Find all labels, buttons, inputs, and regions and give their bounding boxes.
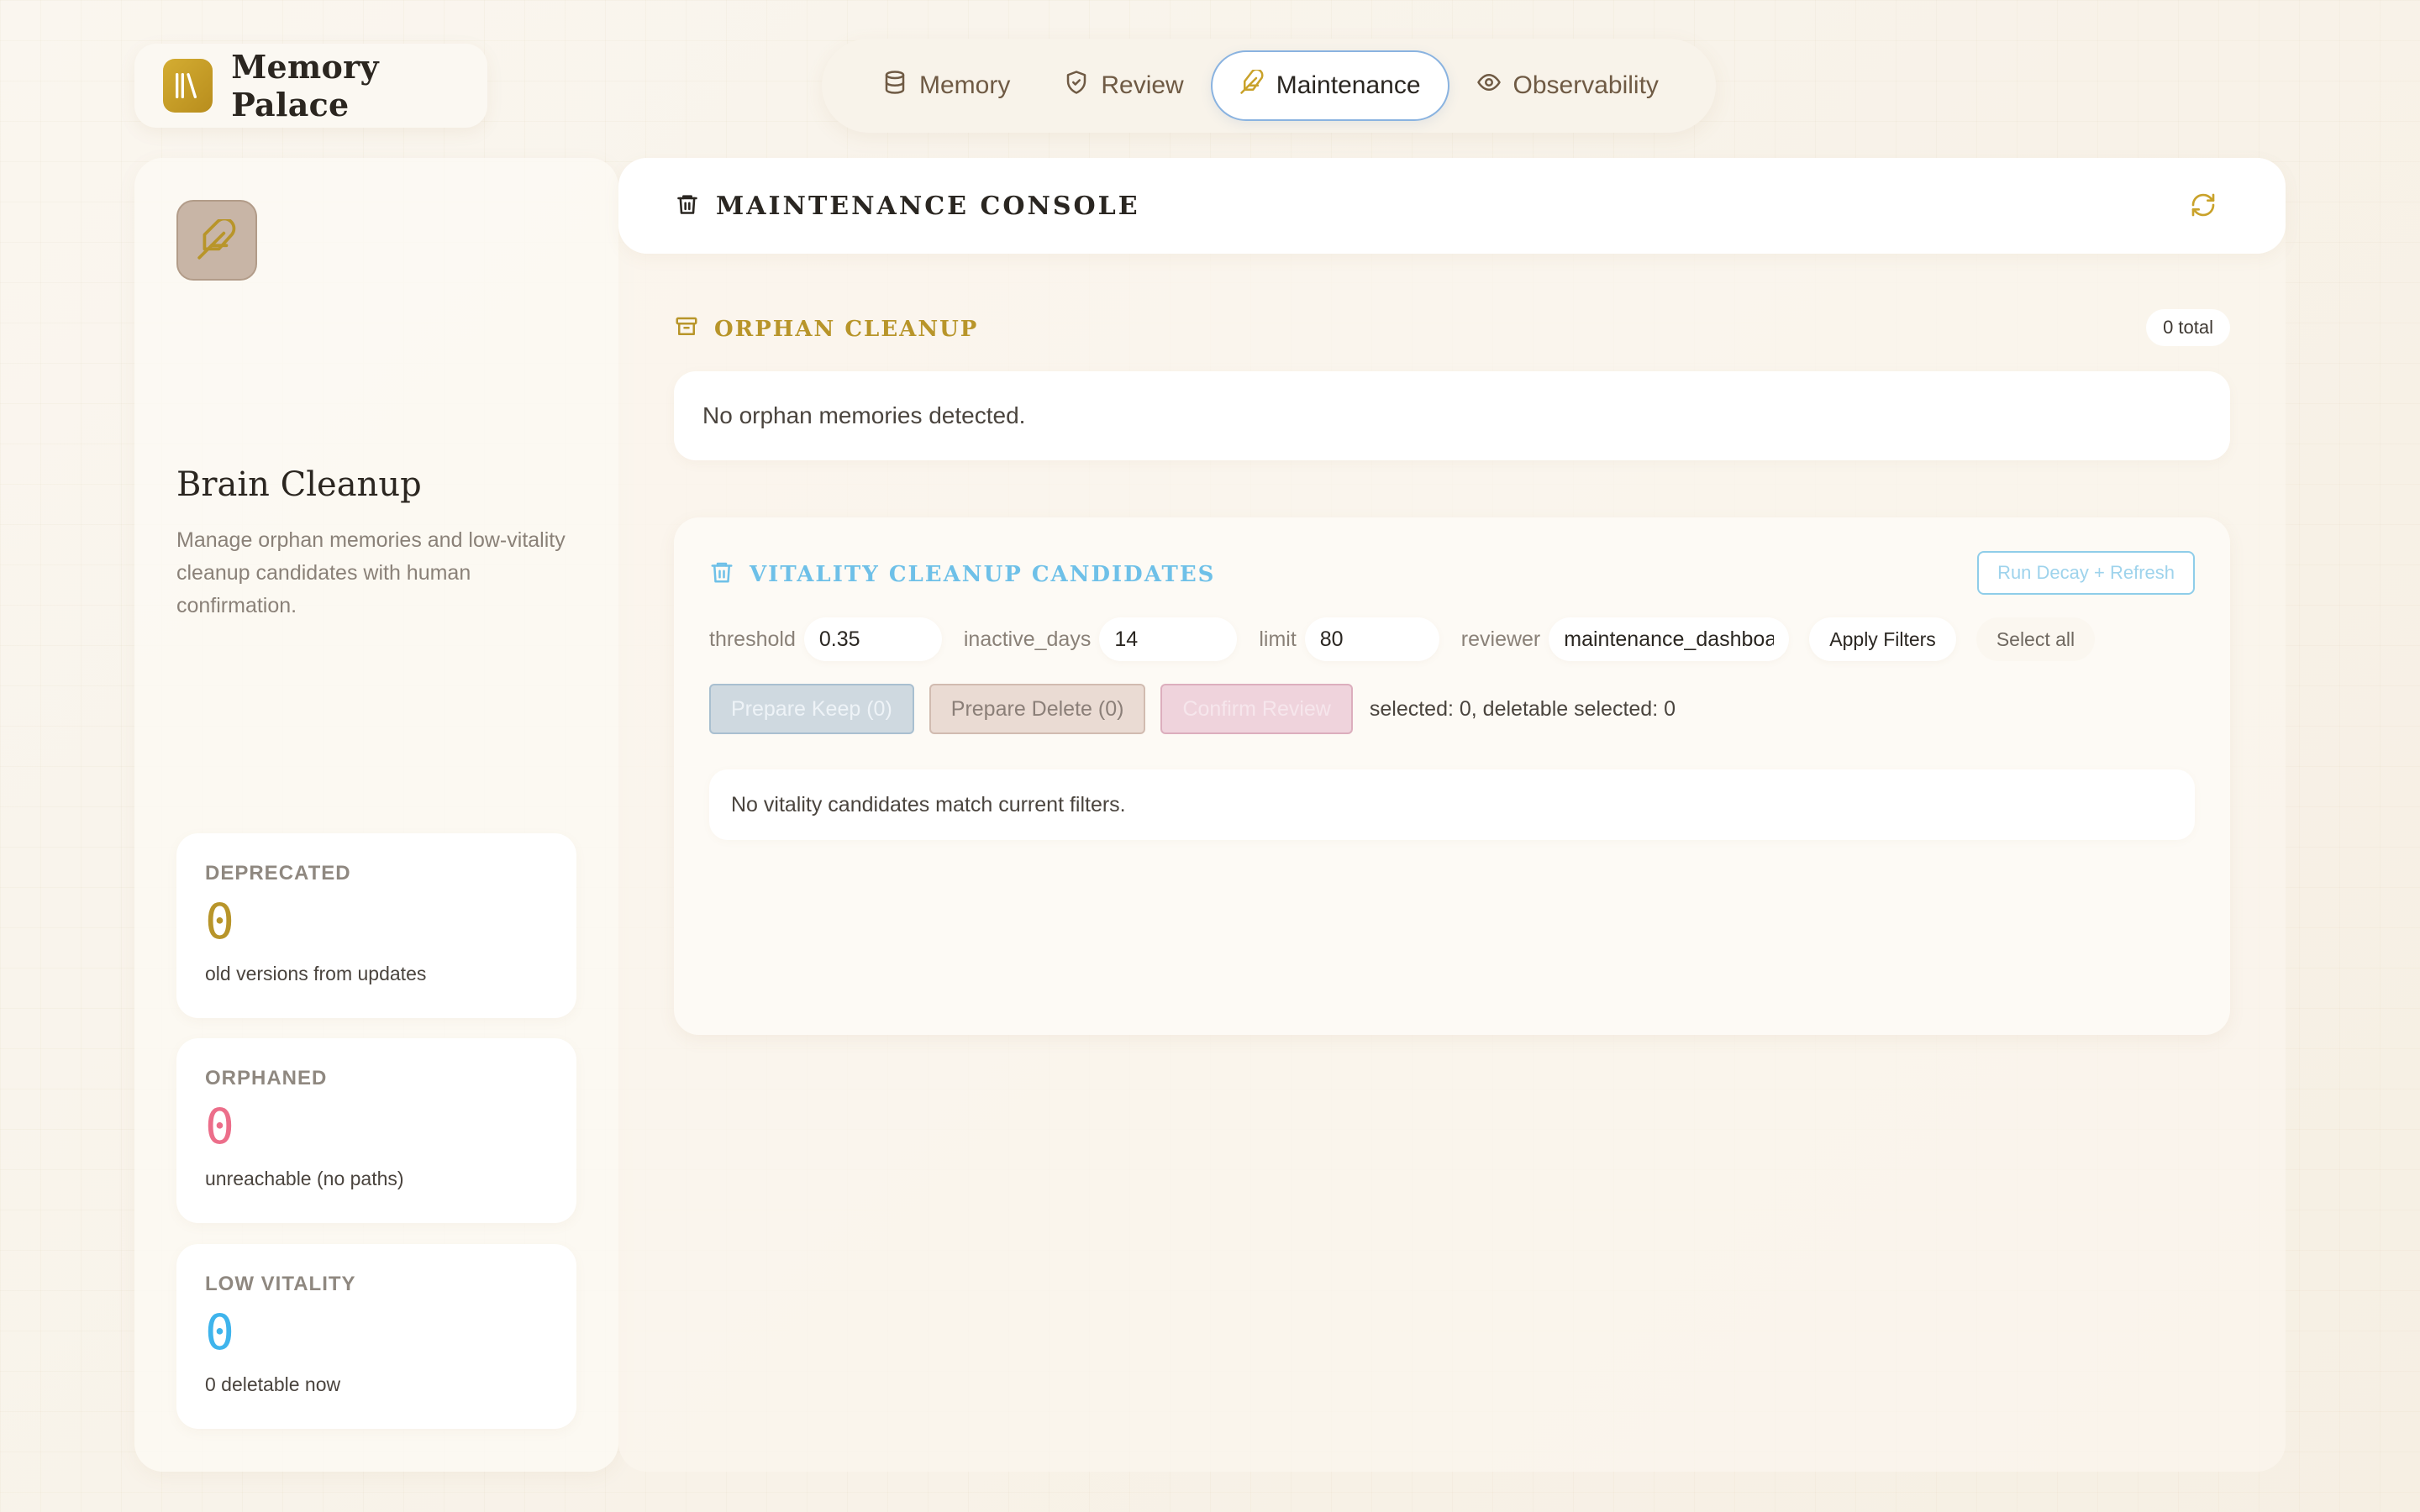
feather-icon [1239,68,1265,102]
threshold-label: threshold [709,627,796,651]
inactive-days-input[interactable] [1099,617,1238,661]
stat-sub: 0 deletable now [205,1373,341,1395]
console-header: MAINTENANCE CONSOLE [618,158,2286,254]
select-all-button[interactable]: Select all [1975,617,2096,661]
stat-label: ORPHANED [205,1067,328,1089]
orphan-section-header: ORPHAN CLEANUP [674,314,978,344]
stat-card-deprecated: DEPRECATED 0 old versions from updates [176,833,576,1018]
app-title: Memory Palace [231,48,379,123]
stat-label: DEPRECATED [205,862,351,885]
action-row: Prepare Keep (0) Prepare Delete (0) Conf… [709,684,1676,734]
stat-value: 0 [205,893,234,950]
tab-review-label: Review [1101,71,1184,99]
books-logo-icon [163,59,213,113]
shield-check-icon [1064,70,1089,102]
prepare-keep-button[interactable]: Prepare Keep (0) [709,684,914,734]
tab-maintenance[interactable]: Maintenance [1210,50,1449,121]
refresh-icon[interactable] [2190,192,2217,223]
vitality-empty-message: No vitality candidates match current fil… [709,769,2195,840]
tab-observability[interactable]: Observability [1449,50,1686,121]
sidebar: Brain Cleanup Manage orphan memories and… [134,158,618,1472]
selection-status: selected: 0, deletable selected: 0 [1369,696,1676,721]
run-decay-refresh-button[interactable]: Run Decay + Refresh [1977,551,2195,595]
stat-card-orphaned: ORPHANED 0 unreachable (no paths) [176,1038,576,1223]
app-brand[interactable]: Memory Palace [134,44,487,128]
threshold-input[interactable] [803,617,942,661]
limit-label: limit [1259,627,1297,651]
confirm-review-button[interactable]: Confirm Review [1160,684,1353,734]
limit-input[interactable] [1304,617,1439,661]
stat-value: 0 [205,1304,234,1361]
trash-icon [676,192,699,220]
main-panel: MAINTENANCE CONSOLE ORPHAN CLEANUP 0 tot… [618,158,2286,1472]
stat-label: LOW VITALITY [205,1273,356,1295]
sidebar-title: Brain Cleanup [176,465,422,504]
tab-maintenance-label: Maintenance [1276,71,1421,99]
trash-icon [709,559,734,589]
stat-card-low-vitality: LOW VITALITY 0 0 deletable now [176,1244,576,1429]
feather-icon [176,200,257,281]
stat-value: 0 [205,1098,234,1155]
vitality-title: VITALITY CLEANUP CANDIDATES [750,561,1216,587]
sidebar-description: Manage orphan memories and low-vitality … [176,528,566,617]
archive-icon [674,314,699,344]
apply-filters-button[interactable]: Apply Filters [1809,617,1956,661]
stat-sub: unreachable (no paths) [205,1168,404,1189]
prepare-delete-button[interactable]: Prepare Delete (0) [929,684,1146,734]
orphan-title: ORPHAN CLEANUP [714,316,979,342]
tab-observability-label: Observability [1512,71,1659,99]
console-title: MAINTENANCE CONSOLE [716,191,1140,221]
filter-row: threshold inactive_days limit reviewer A… [709,617,2096,662]
inactive-days-label: inactive_days [963,627,1092,651]
orphan-total-badge: 0 total [2146,309,2230,346]
reviewer-input[interactable] [1549,617,1790,661]
tab-review[interactable]: Review [1037,50,1210,121]
stat-sub: old versions from updates [205,963,427,984]
reviewer-label: reviewer [1460,627,1541,651]
vitality-section-header: VITALITY CLEANUP CANDIDATES [709,559,1215,589]
tab-memory-label: Memory [919,71,1011,99]
database-icon [882,70,908,102]
eye-icon [1476,70,1502,102]
tab-memory[interactable]: Memory [855,50,1037,121]
vitality-card: VITALITY CLEANUP CANDIDATES Run Decay + … [674,517,2230,1035]
orphan-empty-message: No orphan memories detected. [674,371,2230,460]
top-nav: Memory Review Maintenance Observability [822,39,1716,133]
